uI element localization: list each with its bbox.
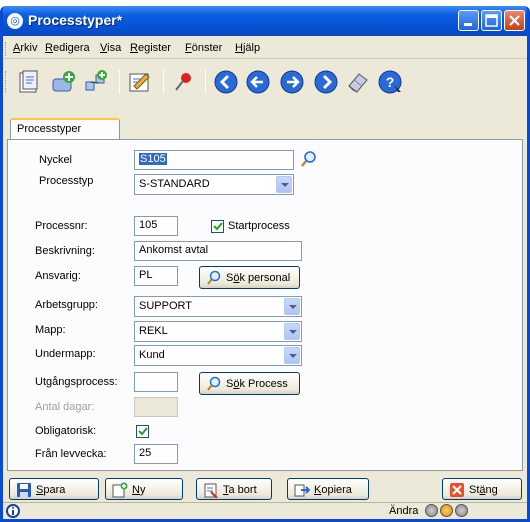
startprocess-label: Startprocess [228, 220, 290, 232]
save-icon [17, 483, 31, 497]
obligatorisk-label: Obligatorisk: [35, 425, 97, 437]
menu-grip [5, 42, 8, 56]
sok-process-button[interactable]: Sök Process [199, 372, 300, 395]
toolbar-grip [5, 71, 8, 93]
nyckel-input[interactable]: S105 [134, 150, 294, 170]
menu-fonster[interactable]: Fönster [185, 42, 222, 54]
chevron-down-icon[interactable] [276, 176, 292, 193]
window-title: Processtyper* [28, 12, 123, 28]
nyckel-label: Nyckel [39, 154, 73, 166]
info-icon [6, 504, 20, 518]
kopiera-button[interactable]: Kopiera [287, 478, 369, 500]
bottom-button-bar: Spara Ny Ta bort Kopiera Stäng [3, 476, 527, 502]
chevron-down-icon[interactable] [284, 298, 300, 315]
utgangsprocess-input[interactable] [134, 372, 178, 392]
arbetsgrupp-select[interactable]: SUPPORT [134, 296, 302, 317]
delete-icon [204, 483, 218, 498]
antal-dagar-input [134, 397, 178, 417]
utgangsprocess-label: Utgångsprocess: [35, 376, 118, 388]
ny-button[interactable]: Ny [105, 478, 183, 500]
menu-register[interactable]: Register [130, 42, 171, 54]
toolbar: ? [3, 61, 527, 103]
title-bar[interactable]: ◎ Processtyper* [3, 6, 527, 36]
copy-icon [294, 484, 310, 497]
menu-redigera[interactable]: Redigera [45, 42, 90, 54]
ansvarig-label: Ansvarig: [35, 270, 81, 282]
search-icon [207, 376, 221, 391]
add-item-icon[interactable] [51, 69, 77, 95]
search-icon [207, 270, 221, 285]
obligatorisk-checkbox[interactable] [136, 425, 149, 438]
processtyp-value: S-STANDARD [139, 178, 210, 190]
spara-button[interactable]: Spara [9, 478, 99, 500]
beskrivning-input[interactable]: Ankomst avtal [134, 241, 302, 261]
processnr-label: Processnr: [35, 220, 88, 232]
lookup-icon[interactable] [300, 150, 318, 168]
status-mode: Ändra [389, 505, 419, 517]
fran-levvecka-input[interactable]: 25 [134, 444, 178, 464]
ta-bort-button[interactable]: Ta bort [196, 478, 272, 500]
application-window: ◎ Processtyper* Arkiv Redigera Visa Regi… [0, 6, 530, 522]
menu-arkiv[interactable]: Arkiv [13, 42, 37, 54]
edit-icon[interactable] [127, 69, 153, 95]
toolbar-separator [163, 70, 164, 94]
sok-personal-button[interactable]: Sök personal [199, 266, 300, 289]
status-led-gray [455, 504, 468, 517]
chevron-down-icon[interactable] [284, 347, 300, 364]
arbetsgrupp-label: Arbetsgrupp: [35, 299, 98, 311]
first-icon[interactable] [213, 69, 239, 95]
minimize-icon [464, 23, 472, 26]
status-bar: Ändra [3, 502, 527, 519]
startprocess-checkbox[interactable] [211, 220, 224, 233]
add-flow-icon[interactable] [83, 69, 109, 95]
status-led-orange [440, 504, 453, 517]
new-document-icon[interactable] [17, 69, 43, 95]
toolbar-separator [205, 70, 206, 94]
ansvarig-input[interactable]: PL [134, 266, 178, 286]
last-icon[interactable] [313, 69, 339, 95]
menu-bar: Arkiv Redigera Visa Register Fönster Hjä… [3, 39, 527, 59]
status-led-gray [425, 504, 438, 517]
close-icon [509, 15, 520, 26]
chevron-down-icon[interactable] [284, 323, 300, 340]
mapp-select[interactable]: REKL [134, 321, 302, 342]
pin-icon[interactable] [171, 69, 197, 95]
stang-button[interactable]: Stäng [442, 478, 522, 500]
minimize-button[interactable] [458, 10, 479, 31]
previous-icon[interactable] [245, 69, 271, 95]
new-icon [112, 482, 128, 498]
close-icon [450, 483, 464, 497]
menu-hjalp[interactable]: Hjälp [235, 42, 260, 54]
tab-strip: Processtyper [3, 118, 527, 140]
fran-levvecka-label: Från levvecka: [35, 448, 107, 460]
svg-text:?: ? [386, 74, 395, 90]
processtyp-label: Processtyp [39, 175, 94, 187]
eraser-icon[interactable] [345, 69, 371, 95]
close-button[interactable] [504, 10, 525, 31]
checkmark-icon [213, 222, 223, 231]
menu-visa[interactable]: Visa [100, 42, 121, 54]
processnr-input[interactable]: 105 [134, 216, 178, 236]
undermapp-select[interactable]: Kund [134, 345, 302, 366]
processtyp-select[interactable]: S-STANDARD [134, 174, 294, 195]
maximize-button[interactable] [481, 10, 502, 31]
mapp-label: Mapp: [35, 324, 66, 336]
nyckel-value: S105 [139, 153, 167, 165]
antal-dagar-label: Antal dagar: [35, 401, 95, 413]
undermapp-label: Undermapp: [35, 348, 96, 360]
undermapp-value: Kund [139, 349, 165, 361]
help-icon[interactable]: ? [377, 69, 403, 95]
toolbar-separator [119, 70, 120, 94]
form-panel: Nyckel S105 Processtyp S-STANDARD Proces… [7, 139, 523, 471]
beskrivning-label: Beskrivning: [35, 245, 95, 257]
tab-processtyper[interactable]: Processtyper [10, 118, 120, 140]
maximize-icon [485, 14, 498, 27]
app-icon: ◎ [7, 13, 23, 29]
next-icon[interactable] [279, 69, 305, 95]
arbetsgrupp-value: SUPPORT [139, 300, 192, 312]
checkmark-icon [138, 427, 148, 436]
mapp-value: REKL [139, 325, 168, 337]
